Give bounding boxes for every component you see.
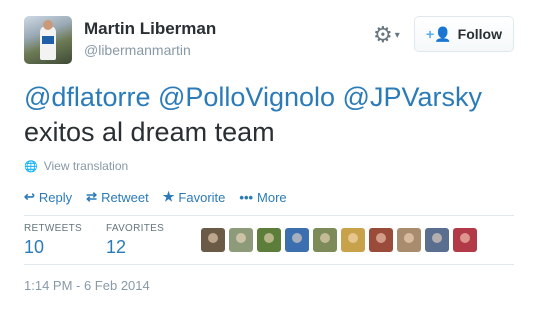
- tweet-body-text: exitos al dream team: [24, 117, 275, 147]
- retweet-button[interactable]: ⇄ Retweet: [86, 189, 149, 205]
- user-actions-dropdown[interactable]: ⚙ ▾: [373, 22, 411, 48]
- user-display-name[interactable]: Martin Liberman: [84, 19, 216, 39]
- user-handle[interactable]: @libermanmartin: [84, 42, 191, 58]
- favorite-label: Favorite: [178, 189, 226, 205]
- tweet-text: @dflatorre @PolloVignolo @JPVarsky exito…: [24, 80, 514, 150]
- follow-label: Follow: [457, 26, 502, 42]
- globe-icon: 🌐: [24, 160, 38, 173]
- mention-link[interactable]: @dflatorre: [24, 82, 150, 112]
- avatar-figure-bib: [42, 36, 54, 44]
- more-dots-icon: •••: [239, 189, 254, 205]
- favoriter-avatar[interactable]: [341, 228, 365, 252]
- favorite-button[interactable]: ★ Favorite: [163, 189, 226, 205]
- favoriter-avatar[interactable]: [229, 228, 253, 252]
- view-translation-link[interactable]: 🌐 View translation: [24, 159, 128, 173]
- view-translation-label: View translation: [43, 159, 129, 173]
- retweets-stat[interactable]: RETWEETS 10: [24, 223, 106, 258]
- reply-button[interactable]: ↩ Reply: [24, 189, 72, 205]
- favoriter-avatars: [201, 228, 477, 252]
- gear-icon: ⚙: [373, 22, 393, 47]
- divider: [24, 215, 514, 216]
- favoriter-avatar[interactable]: [425, 228, 449, 252]
- add-user-icon: +👤: [426, 25, 452, 42]
- mention-link[interactable]: @JPVarsky: [343, 82, 482, 112]
- tweet-actions: ↩ Reply ⇄ Retweet ★ Favorite ••• More: [24, 189, 287, 205]
- retweets-label: RETWEETS: [24, 223, 82, 234]
- more-label: More: [257, 189, 287, 205]
- chevron-down-icon: ▾: [394, 29, 400, 41]
- follow-button[interactable]: +👤 Follow: [414, 16, 514, 52]
- retweet-icon: ⇄: [86, 189, 98, 204]
- tweet-stats: RETWEETS 10 FAVORITES 12: [24, 223, 188, 258]
- favoriter-avatar[interactable]: [369, 228, 393, 252]
- favoriter-avatar[interactable]: [397, 228, 421, 252]
- divider: [24, 264, 514, 265]
- star-icon: ★: [162, 189, 175, 204]
- more-button[interactable]: ••• More: [239, 189, 286, 205]
- favoriter-avatar[interactable]: [285, 228, 309, 252]
- favorites-count: 12: [106, 237, 127, 257]
- mention-link[interactable]: @PolloVignolo: [158, 82, 335, 112]
- favoriter-avatar[interactable]: [201, 228, 225, 252]
- favorites-label: FAVORITES: [106, 223, 165, 234]
- tweet-timestamp[interactable]: 1:14 PM - 6 Feb 2014: [24, 278, 150, 293]
- retweets-count: 10: [24, 237, 45, 257]
- favoriter-avatar[interactable]: [257, 228, 281, 252]
- reply-label: Reply: [38, 189, 73, 205]
- favorites-stat[interactable]: FAVORITES 12: [106, 223, 188, 258]
- favoriter-avatar[interactable]: [313, 228, 337, 252]
- reply-icon: ↩: [24, 189, 35, 204]
- avatar-figure-head: [43, 20, 53, 30]
- retweet-label: Retweet: [101, 189, 149, 205]
- favoriter-avatar[interactable]: [453, 228, 477, 252]
- profile-avatar[interactable]: [24, 16, 72, 64]
